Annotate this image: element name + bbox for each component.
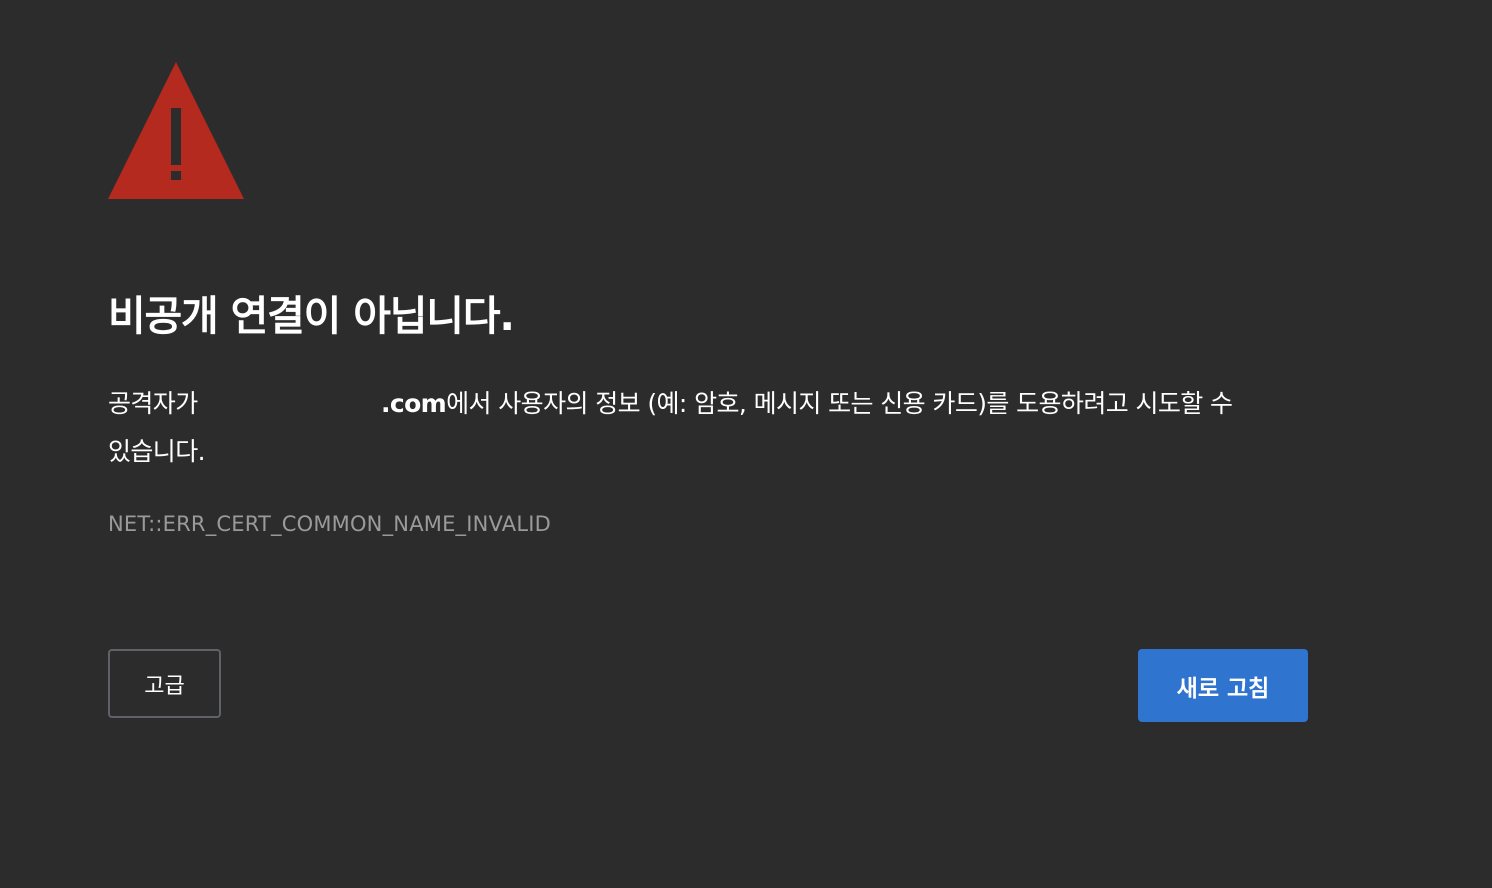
description-prefix: 공격자가	[108, 389, 198, 418]
warning-triangle-icon	[108, 62, 244, 199]
description-text: 에서 사용자의 정보 (예: 암호, 메시지 또는 신용 카드)를 도용하려고 …	[446, 389, 1233, 418]
advanced-button[interactable]: 고급	[108, 649, 221, 718]
reload-button[interactable]: 새로 고침	[1138, 649, 1308, 722]
interstitial-page: 비공개 연결이 아닙니다. 공격자가 .com에서 사용자의 정보 (예: 암호…	[0, 0, 1492, 888]
domain-suffix: .com	[380, 389, 447, 418]
error-code: NET::ERR_CERT_COMMON_NAME_INVALID	[108, 512, 552, 536]
page-title: 비공개 연결이 아닙니다.	[108, 292, 515, 340]
description-text-end: 있습니다.	[108, 437, 206, 466]
warning-description: 공격자가 .com에서 사용자의 정보 (예: 암호, 메시지 또는 신용 카드…	[108, 380, 1308, 476]
